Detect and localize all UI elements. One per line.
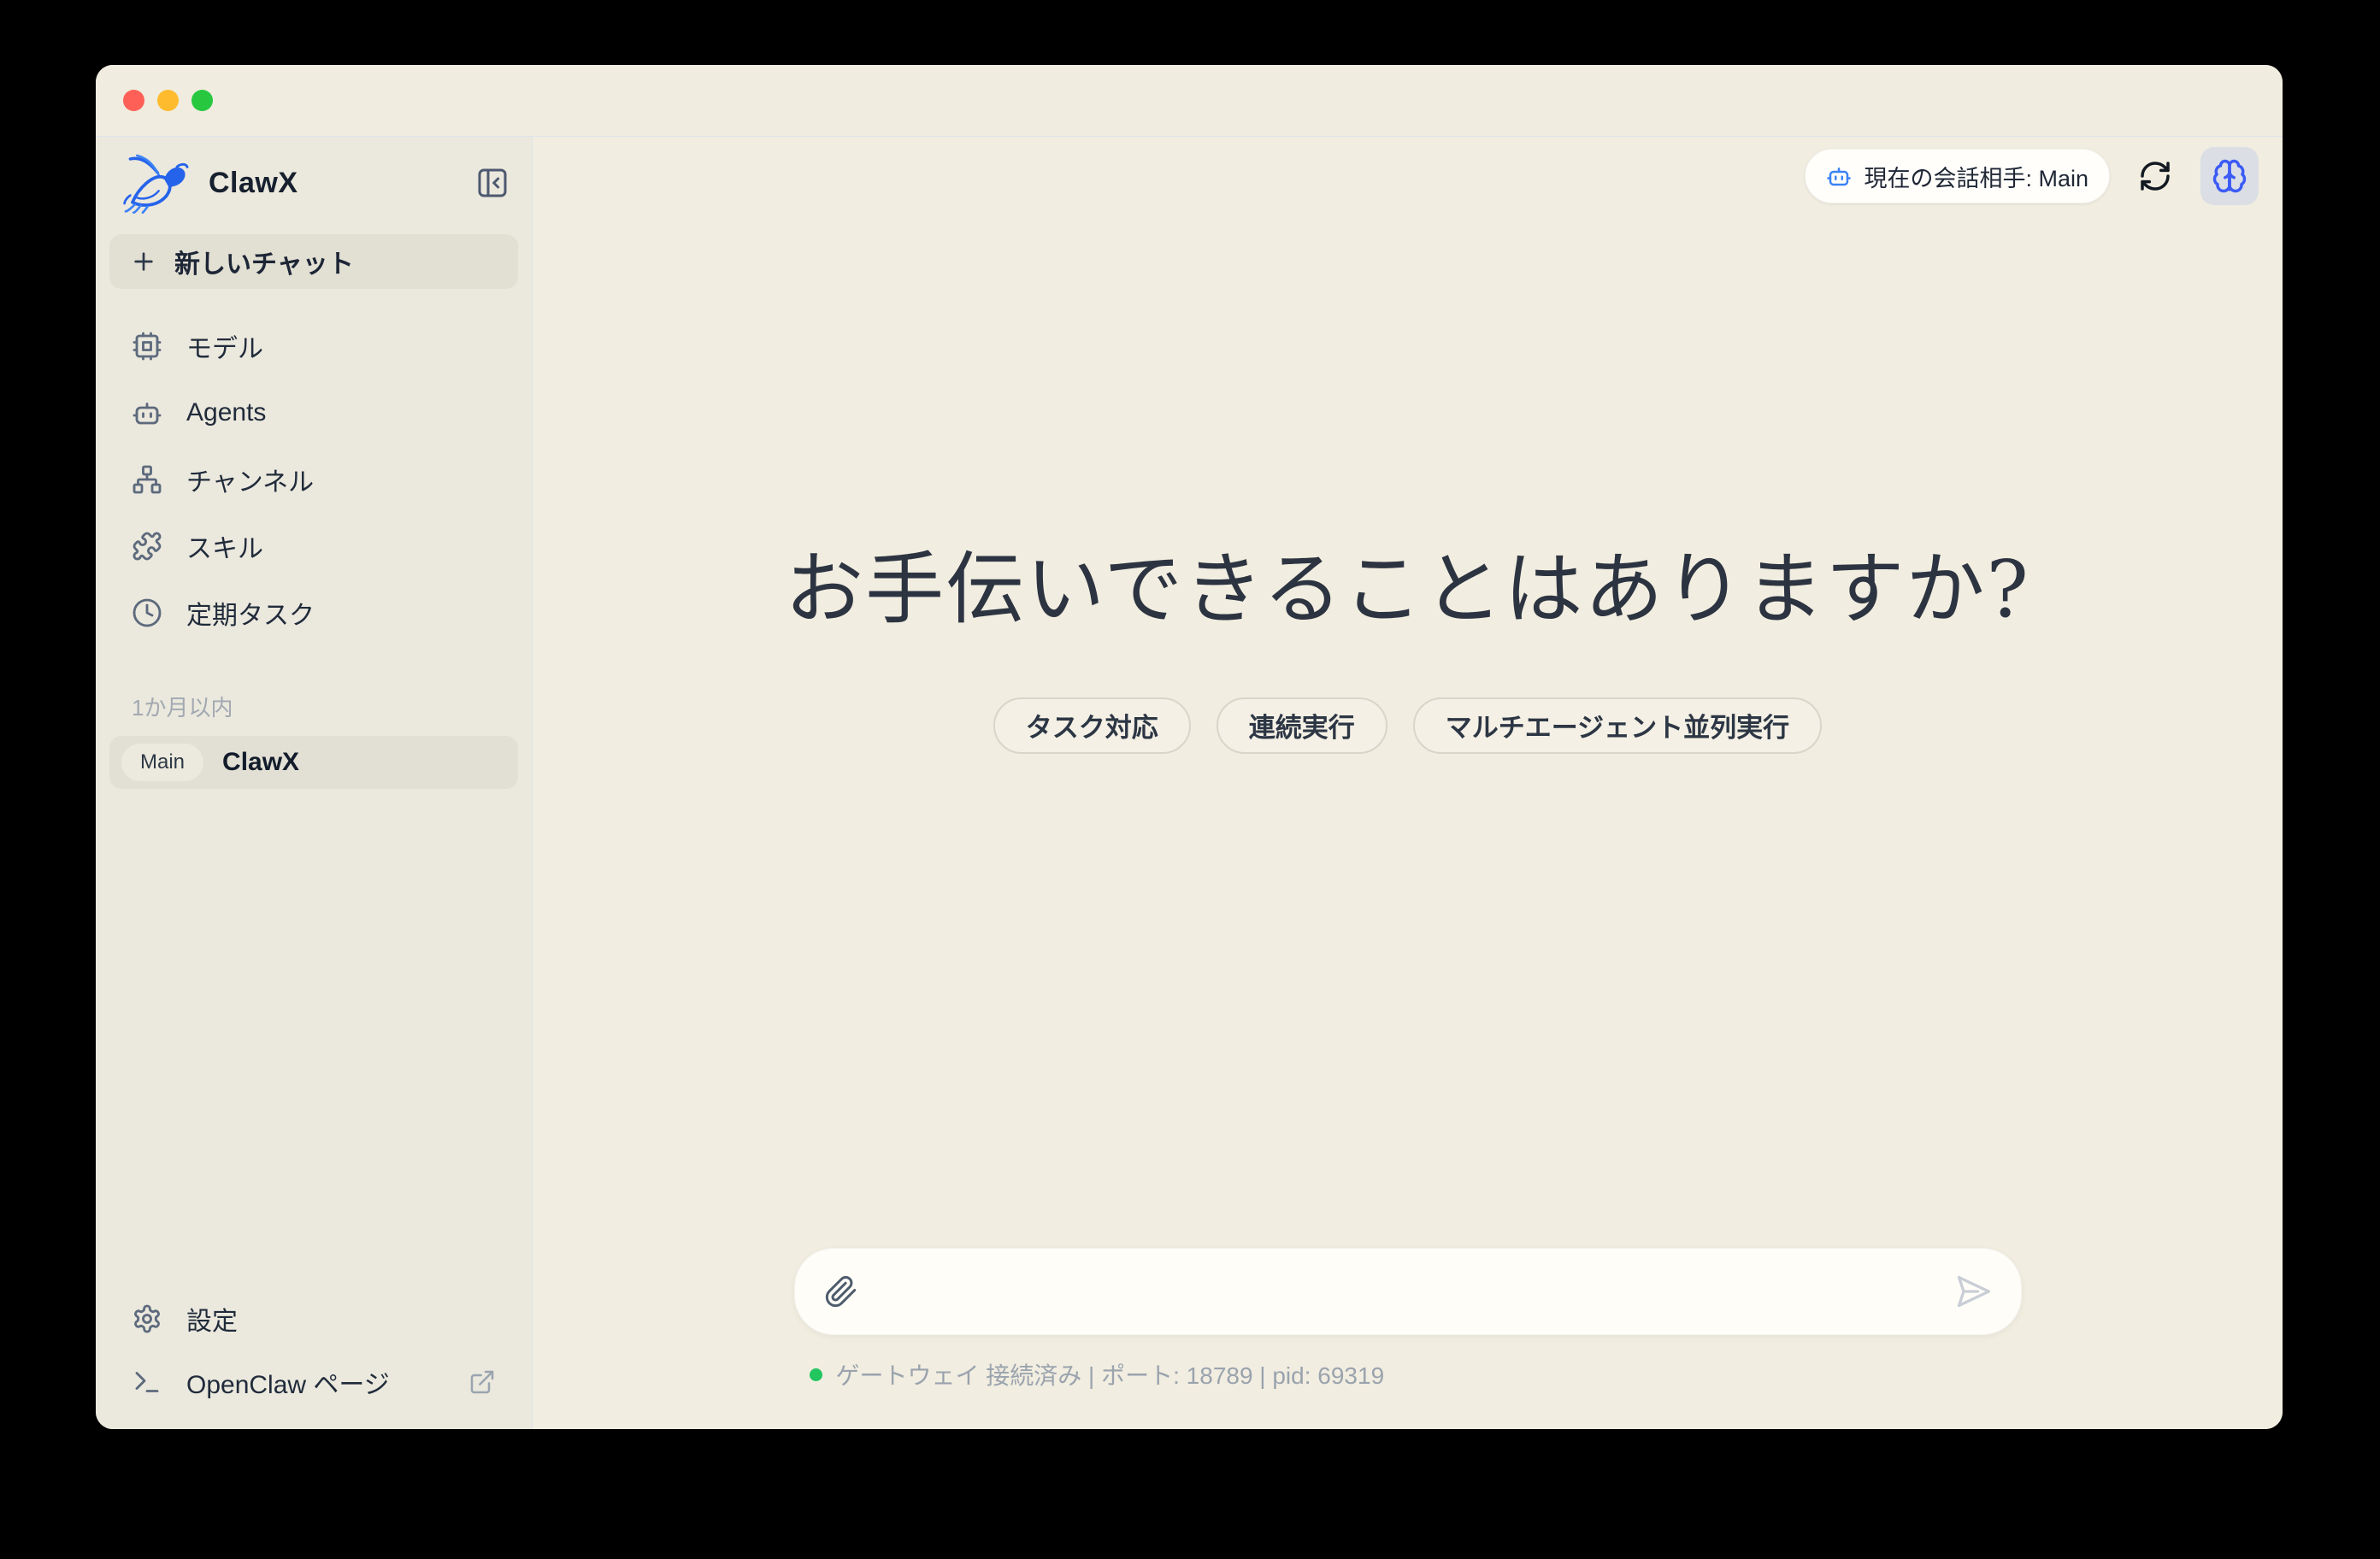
send-button[interactable] [1954, 1273, 1992, 1310]
sidebar-item-channels[interactable]: チャンネル [109, 446, 518, 513]
sidebar-spacer [109, 789, 518, 1287]
zoom-button[interactable] [191, 90, 213, 111]
sidebar-item-label: チャンネル [186, 461, 314, 498]
connected-status-dot [810, 1368, 822, 1381]
sidebar-header: ClawX [109, 150, 518, 215]
sitemap-icon [132, 464, 162, 495]
chip-continuous-run[interactable]: 連続実行 [1217, 697, 1387, 754]
new-chat-label: 新しいチャット [174, 243, 354, 280]
terminal-icon [132, 1367, 162, 1397]
chip-task-support[interactable]: タスク対応 [993, 697, 1191, 754]
new-chat-button[interactable]: 新しいチャット [109, 234, 518, 289]
send-icon [1954, 1273, 1992, 1310]
sidebar-item-settings[interactable]: 設定 [109, 1287, 518, 1350]
brain-button[interactable] [2200, 147, 2259, 205]
sidebar-item-openclaw-page[interactable]: OpenClaw ページ [109, 1350, 518, 1414]
sidebar-item-models[interactable]: モデル [109, 313, 518, 379]
refresh-button[interactable] [2136, 156, 2175, 196]
clawx-logo-icon [123, 152, 197, 214]
main-area: 現在の会話相手: Main お手伝いできること [533, 137, 2283, 1429]
robot-icon [1826, 163, 1852, 189]
sidebar-item-label: モデル [186, 327, 263, 365]
clock-icon [132, 597, 162, 628]
cpu-icon [132, 331, 162, 362]
composer-section: ゲートウェイ 接続済み | ポート: 18789 | pid: 69319 [533, 1248, 2283, 1429]
suggestion-chips: タスク対応 連続実行 マルチエージェント並列実行 [533, 697, 2283, 754]
collapse-sidebar-button[interactable] [474, 164, 511, 202]
refresh-icon [2138, 159, 2172, 193]
plus-icon [130, 248, 157, 275]
current-conversation-button[interactable]: 現在の会話相手: Main [1805, 149, 2110, 203]
chip-multi-agent-parallel[interactable]: マルチエージェント並列実行 [1413, 697, 1822, 754]
brain-icon [2212, 158, 2247, 194]
history-section-label: 1か月以内 [109, 691, 518, 722]
sidebar-item-label: Agents [186, 398, 266, 427]
sidebar-item-scheduled-tasks[interactable]: 定期タスク [109, 579, 518, 646]
sidebar-item-label: スキル [186, 527, 263, 565]
paperclip-icon [824, 1274, 858, 1309]
history-item-title: ClawX [222, 748, 299, 777]
gateway-status-text: ゲートウェイ 接続済み | ポート: 18789 | pid: 69319 [836, 1357, 1385, 1391]
settings-label: 設定 [186, 1300, 238, 1338]
robot-icon [132, 397, 162, 428]
message-input[interactable] [879, 1277, 1934, 1306]
app-window: ClawX 新しいチャット [96, 65, 2283, 1429]
close-button[interactable] [123, 90, 144, 111]
welcome-heading: お手伝いできることはありますか? [533, 538, 2283, 641]
titlebar [96, 65, 2283, 137]
openclaw-page-label: OpenClaw ページ [186, 1363, 390, 1401]
window-controls [123, 90, 213, 111]
current-conversation-label: 現在の会話相手: Main [1864, 160, 2088, 193]
attach-button[interactable] [824, 1274, 858, 1309]
message-input-bar[interactable] [794, 1248, 2022, 1335]
gateway-status: ゲートウェイ 接続済み | ポート: 18789 | pid: 69319 [794, 1357, 2022, 1391]
sidebar-item-label: 定期タスク [186, 594, 315, 632]
sidebar-nav: モデル Agents [109, 313, 518, 646]
puzzle-icon [132, 531, 162, 562]
main-header: 現在の会話相手: Main [1805, 147, 2259, 205]
history-item-clawx[interactable]: Main ClawX [109, 736, 518, 789]
sidebar-item-agents[interactable]: Agents [109, 379, 518, 446]
hero-section: お手伝いできることはありますか? タスク対応 連続実行 マルチエージェント並列実… [533, 538, 2283, 754]
minimize-button[interactable] [157, 90, 179, 111]
sidebar-item-skills[interactable]: スキル [109, 513, 518, 579]
app-title: ClawX [209, 167, 298, 200]
sidebar: ClawX 新しいチャット [96, 137, 533, 1429]
panel-collapse-icon [475, 166, 510, 200]
main-badge: Main [121, 744, 203, 781]
external-link-icon [468, 1368, 496, 1396]
gear-icon [132, 1303, 162, 1334]
